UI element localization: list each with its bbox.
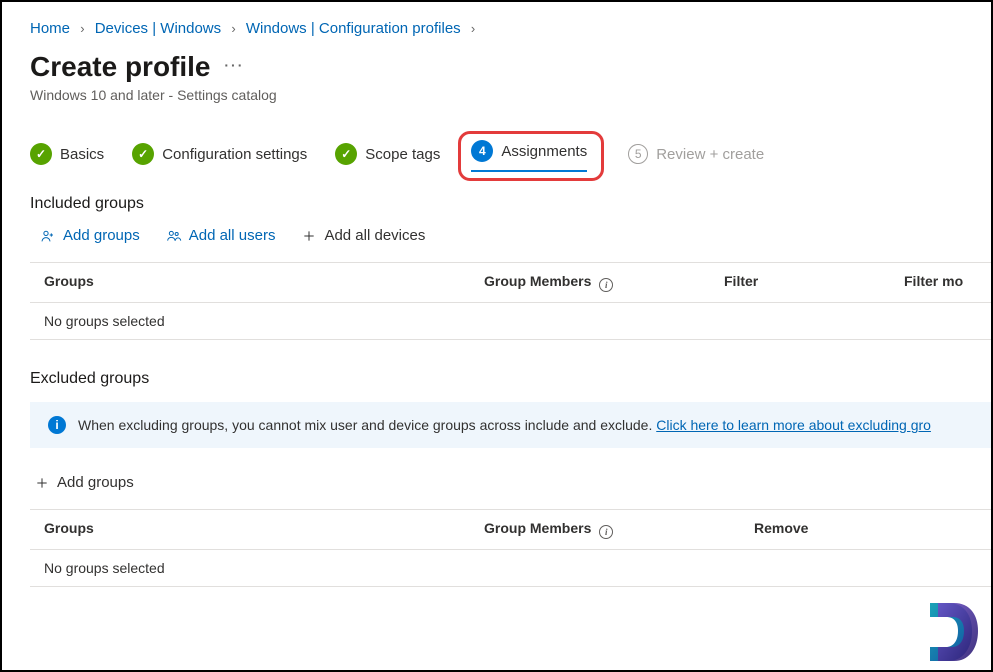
check-icon: ✓ xyxy=(132,143,154,165)
col-groups[interactable]: Groups xyxy=(44,520,484,539)
breadcrumb: Home › Devices | Windows › Windows | Con… xyxy=(30,20,991,37)
excluded-groups-table: Groups Group Members i Remove No groups … xyxy=(30,509,991,587)
step-label: Scope tags xyxy=(365,146,440,163)
check-icon: ✓ xyxy=(335,143,357,165)
action-label: Add groups xyxy=(63,227,140,244)
watermark-logo xyxy=(923,597,985,670)
page-subtitle: Windows 10 and later - Settings catalog xyxy=(30,87,991,103)
learn-more-link[interactable]: Click here to learn more about excluding… xyxy=(656,417,931,433)
breadcrumb-devices[interactable]: Devices | Windows xyxy=(95,20,221,37)
action-label: Add groups xyxy=(57,474,134,491)
col-group-members[interactable]: Group Members i xyxy=(484,273,724,292)
col-group-members[interactable]: Group Members i xyxy=(484,520,754,539)
step-assignments[interactable]: 4 Assignments xyxy=(471,140,587,168)
step-label: Configuration settings xyxy=(162,146,307,163)
step-label: Assignments xyxy=(501,143,587,160)
table-row-empty: No groups selected xyxy=(30,550,991,587)
empty-text: No groups selected xyxy=(44,313,484,329)
step-configuration[interactable]: ✓ Configuration settings xyxy=(132,143,307,165)
more-button[interactable]: ··· xyxy=(224,57,244,73)
wizard-steps: ✓ Basics ✓ Configuration settings ✓ Scop… xyxy=(30,139,991,169)
step-label: Basics xyxy=(60,146,104,163)
col-groups[interactable]: Groups xyxy=(44,273,484,292)
chevron-right-icon: › xyxy=(231,21,235,36)
action-label: Add all devices xyxy=(324,227,425,244)
page-title: Create profile xyxy=(30,51,211,83)
table-header-row: Groups Group Members i Filter Filter mo xyxy=(30,262,991,303)
col-filter-mode[interactable]: Filter mo xyxy=(904,273,993,292)
person-add-icon xyxy=(40,228,56,244)
step-review[interactable]: 5 Review + create xyxy=(628,144,764,164)
included-groups-heading: Included groups xyxy=(30,195,991,213)
step-label: Review + create xyxy=(656,146,764,163)
excluded-actions: Add groups xyxy=(34,474,991,491)
info-banner: i When excluding groups, you cannot mix … xyxy=(30,402,991,448)
included-actions: Add groups Add all users Add all devices xyxy=(40,227,991,244)
step-basics[interactable]: ✓ Basics xyxy=(30,143,104,165)
step-scope-tags[interactable]: ✓ Scope tags xyxy=(335,143,440,165)
col-remove[interactable]: Remove xyxy=(754,520,954,539)
step-number-icon: 5 xyxy=(628,144,648,164)
table-row-empty: No groups selected xyxy=(30,303,991,340)
chevron-right-icon: › xyxy=(80,21,84,36)
breadcrumb-home[interactable]: Home xyxy=(30,20,70,37)
empty-text: No groups selected xyxy=(44,560,484,576)
plus-icon xyxy=(301,228,317,244)
check-icon: ✓ xyxy=(30,143,52,165)
banner-text: When excluding groups, you cannot mix us… xyxy=(78,417,931,433)
add-groups-excluded-button[interactable]: Add groups xyxy=(34,474,134,491)
included-groups-table: Groups Group Members i Filter Filter mo … xyxy=(30,262,991,340)
chevron-right-icon: › xyxy=(471,21,475,36)
info-icon[interactable]: i xyxy=(599,525,613,539)
col-filter[interactable]: Filter xyxy=(724,273,904,292)
plus-icon xyxy=(34,475,50,491)
table-header-row: Groups Group Members i Remove xyxy=(30,509,991,550)
excluded-groups-heading: Excluded groups xyxy=(30,370,991,388)
highlight-annotation: 4 Assignments xyxy=(458,131,604,181)
people-icon xyxy=(166,228,182,244)
add-groups-button[interactable]: Add groups xyxy=(40,227,140,244)
breadcrumb-profiles[interactable]: Windows | Configuration profiles xyxy=(246,20,461,37)
info-icon: i xyxy=(48,416,66,434)
add-all-users-button[interactable]: Add all users xyxy=(166,227,276,244)
add-all-devices-button[interactable]: Add all devices xyxy=(301,227,425,244)
step-number-icon: 4 xyxy=(471,140,493,162)
info-icon[interactable]: i xyxy=(599,278,613,292)
action-label: Add all users xyxy=(189,227,276,244)
